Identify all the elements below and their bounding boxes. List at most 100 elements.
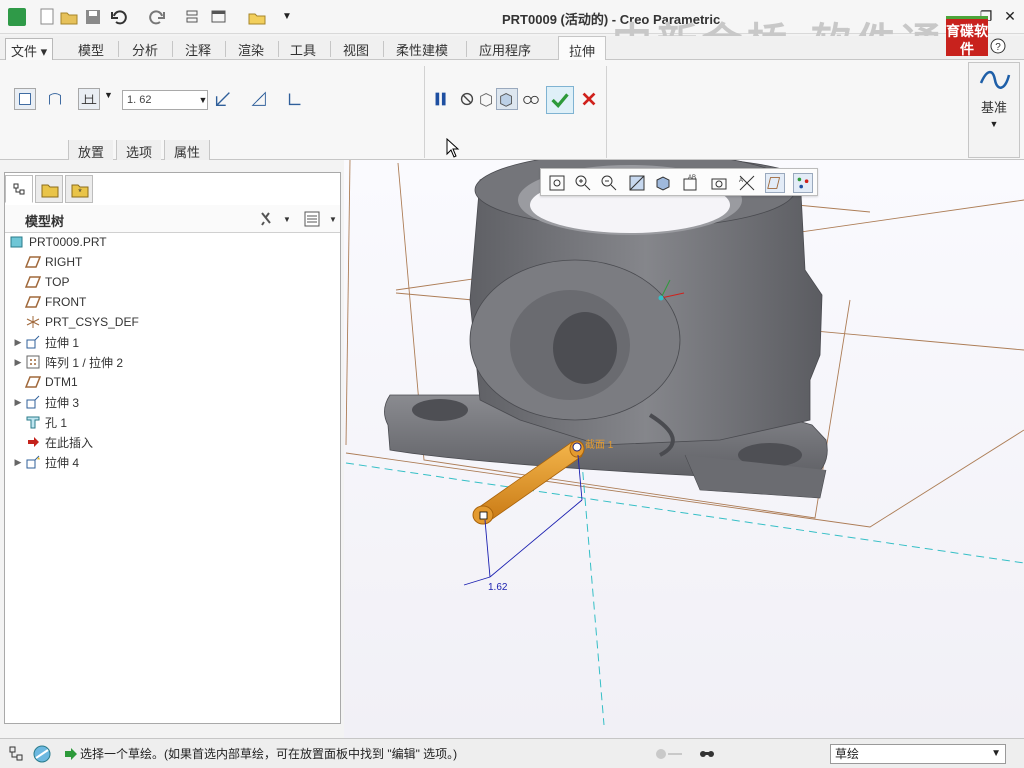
help-icon[interactable]: ? (990, 38, 1006, 54)
new-file-icon[interactable] (38, 8, 56, 26)
tree-item-top[interactable]: TOP (25, 272, 69, 292)
extrude-feature-new-icon: * (26, 455, 40, 469)
extrude-solid-button[interactable] (14, 88, 36, 110)
folder-browser-tab[interactable] (35, 175, 63, 203)
close-window-folder-icon[interactable] (248, 8, 266, 26)
datum-display-icon[interactable] (765, 173, 785, 193)
tab-applications[interactable]: 应用程序 (479, 40, 531, 59)
repaint-icon[interactable] (627, 173, 647, 193)
svg-text:▼: ▼ (283, 215, 289, 224)
hole-feature-icon (26, 416, 40, 429)
undo-icon[interactable] (110, 8, 128, 26)
open-folder-icon[interactable] (60, 8, 78, 26)
folder-icon (41, 184, 59, 198)
expand-icon[interactable]: ▶ (11, 357, 25, 368)
remove-material-button[interactable] (248, 88, 270, 110)
datum-plane-icon (25, 256, 41, 268)
tree-item-right[interactable]: RIGHT (25, 252, 82, 272)
pause-button[interactable] (430, 88, 452, 110)
datum-plane-icon (25, 296, 41, 308)
flip-direction-button[interactable] (212, 88, 234, 110)
view-toolbar: AB A (540, 168, 818, 196)
tree-item-pattern-1[interactable]: ▶ 阵列 1 / 拉伸 2 (11, 352, 123, 372)
zoom-out-icon[interactable] (599, 173, 619, 193)
tab-model[interactable]: 模型 (78, 40, 104, 59)
selection-filter-select[interactable]: 草绘 ▼ (830, 744, 1006, 764)
tree-item-part[interactable]: PRT0009.PRT (5, 232, 107, 252)
tab-flexible-modeling[interactable]: 柔性建模 (396, 40, 448, 59)
svg-text:?: ? (995, 42, 1001, 53)
extrude-surface-button[interactable] (44, 88, 66, 110)
tree-columns-icon[interactable]: ▼ (303, 210, 339, 228)
expand-icon[interactable]: ▶ (11, 457, 25, 468)
browser-toggle-icon[interactable] (32, 744, 52, 764)
save-icon[interactable] (84, 8, 102, 26)
svg-text:*: * (78, 187, 82, 197)
graphics-viewport[interactable]: 截面 1 1.62 (344, 160, 1024, 738)
attached-preview-button[interactable] (496, 88, 518, 110)
saved-orientations-icon[interactable]: AB (681, 173, 701, 193)
tree-item-extrude-1[interactable]: ▶ 拉伸 1 (11, 332, 79, 352)
tree-item-hole-1[interactable]: 孔 1 (25, 412, 67, 432)
coordinate-system-icon (26, 316, 40, 328)
perspective-icon[interactable]: A (737, 173, 757, 193)
datum-group-button[interactable]: 基准 ▼ (968, 62, 1020, 158)
confirm-button[interactable] (546, 86, 574, 114)
tree-item-extrude-4[interactable]: ▶ * 拉伸 4 (11, 452, 79, 472)
insert-arrow-icon (28, 437, 39, 447)
tree-item-csys[interactable]: PRT_CSYS_DEF (25, 312, 139, 332)
extrude-feature-icon (26, 335, 40, 349)
view-manager-icon[interactable] (709, 173, 729, 193)
favorites-icon: * (71, 184, 89, 198)
tree-settings-icon[interactable]: ▼ (259, 210, 289, 228)
customize-quick-access-icon[interactable]: ▼ (278, 8, 296, 26)
display-style-icon[interactable] (653, 173, 673, 193)
chevron-down-icon: ▼ (991, 748, 1001, 759)
close-button[interactable]: ✕ (998, 6, 1022, 26)
no-preview-button[interactable] (456, 88, 478, 110)
svg-text:*: * (37, 456, 40, 465)
tab-view[interactable]: 视图 (343, 40, 369, 59)
title-bar: ▼ PRT0009 (活动的) - Creo Parametric 中新金桥 软… (0, 0, 1024, 66)
tree-item-dtm1[interactable]: DTM1 (25, 372, 78, 392)
zoom-in-icon[interactable] (573, 173, 593, 193)
pattern-icon (26, 355, 40, 369)
tab-annotate[interactable]: 注释 (185, 40, 211, 59)
depth-options-dropdown[interactable]: ▼ (104, 90, 113, 100)
model-tree-header: 模型树 ▼ ▼ (5, 205, 340, 233)
expand-icon[interactable]: ▶ (11, 337, 25, 348)
redo-icon[interactable] (148, 8, 166, 26)
datum-plane-icon (25, 376, 41, 388)
navigator-toggle-icon[interactable] (8, 745, 26, 763)
model-tree-list: PRT0009.PRT RIGHT TOP FRONT PRT_CSYS_DEF… (5, 232, 339, 722)
svg-text:A: A (739, 178, 743, 184)
tab-analysis[interactable]: 分析 (132, 40, 158, 59)
tree-item-front[interactable]: FRONT (25, 292, 86, 312)
expand-icon[interactable]: ▶ (11, 397, 25, 408)
windows-icon[interactable] (210, 8, 228, 26)
progress-indicator (656, 749, 682, 759)
model-tree-tab[interactable] (5, 175, 33, 203)
depth-value-dropdown[interactable]: ▼ (196, 90, 210, 110)
tree-item-extrude-3[interactable]: ▶ 拉伸 3 (11, 392, 79, 412)
model-tree-title: 模型树 (25, 214, 65, 229)
section-label: 截面 1 (585, 438, 614, 451)
point-display-icon[interactable] (793, 173, 813, 193)
status-bar: 选择一个草绘。(如果首选内部草绘，可在放置面板中找到 "编辑" 选项。) 草绘 ▼ (0, 738, 1024, 768)
tab-tools[interactable]: 工具 (290, 40, 316, 59)
tab-render[interactable]: 渲染 (238, 40, 264, 59)
thicken-sketch-button[interactable] (284, 88, 306, 110)
subtab-placement[interactable]: 放置 (68, 140, 114, 160)
subtab-properties[interactable]: 属性 (164, 140, 211, 160)
tree-item-insert-here[interactable]: 在此插入 (25, 432, 93, 452)
refit-icon[interactable] (547, 173, 567, 193)
3d-model-view[interactable]: 截面 1 1.62 (344, 160, 1024, 738)
favorites-tab[interactable]: * (65, 175, 93, 203)
regenerate-icon[interactable] (184, 8, 202, 26)
depth-blind-button[interactable] (78, 88, 100, 110)
cancel-button[interactable] (578, 88, 600, 110)
verify-preview-button[interactable] (520, 88, 542, 110)
find-icon[interactable] (698, 745, 716, 763)
separate-preview-button[interactable] (476, 88, 498, 110)
subtab-options[interactable]: 选项 (116, 140, 162, 160)
